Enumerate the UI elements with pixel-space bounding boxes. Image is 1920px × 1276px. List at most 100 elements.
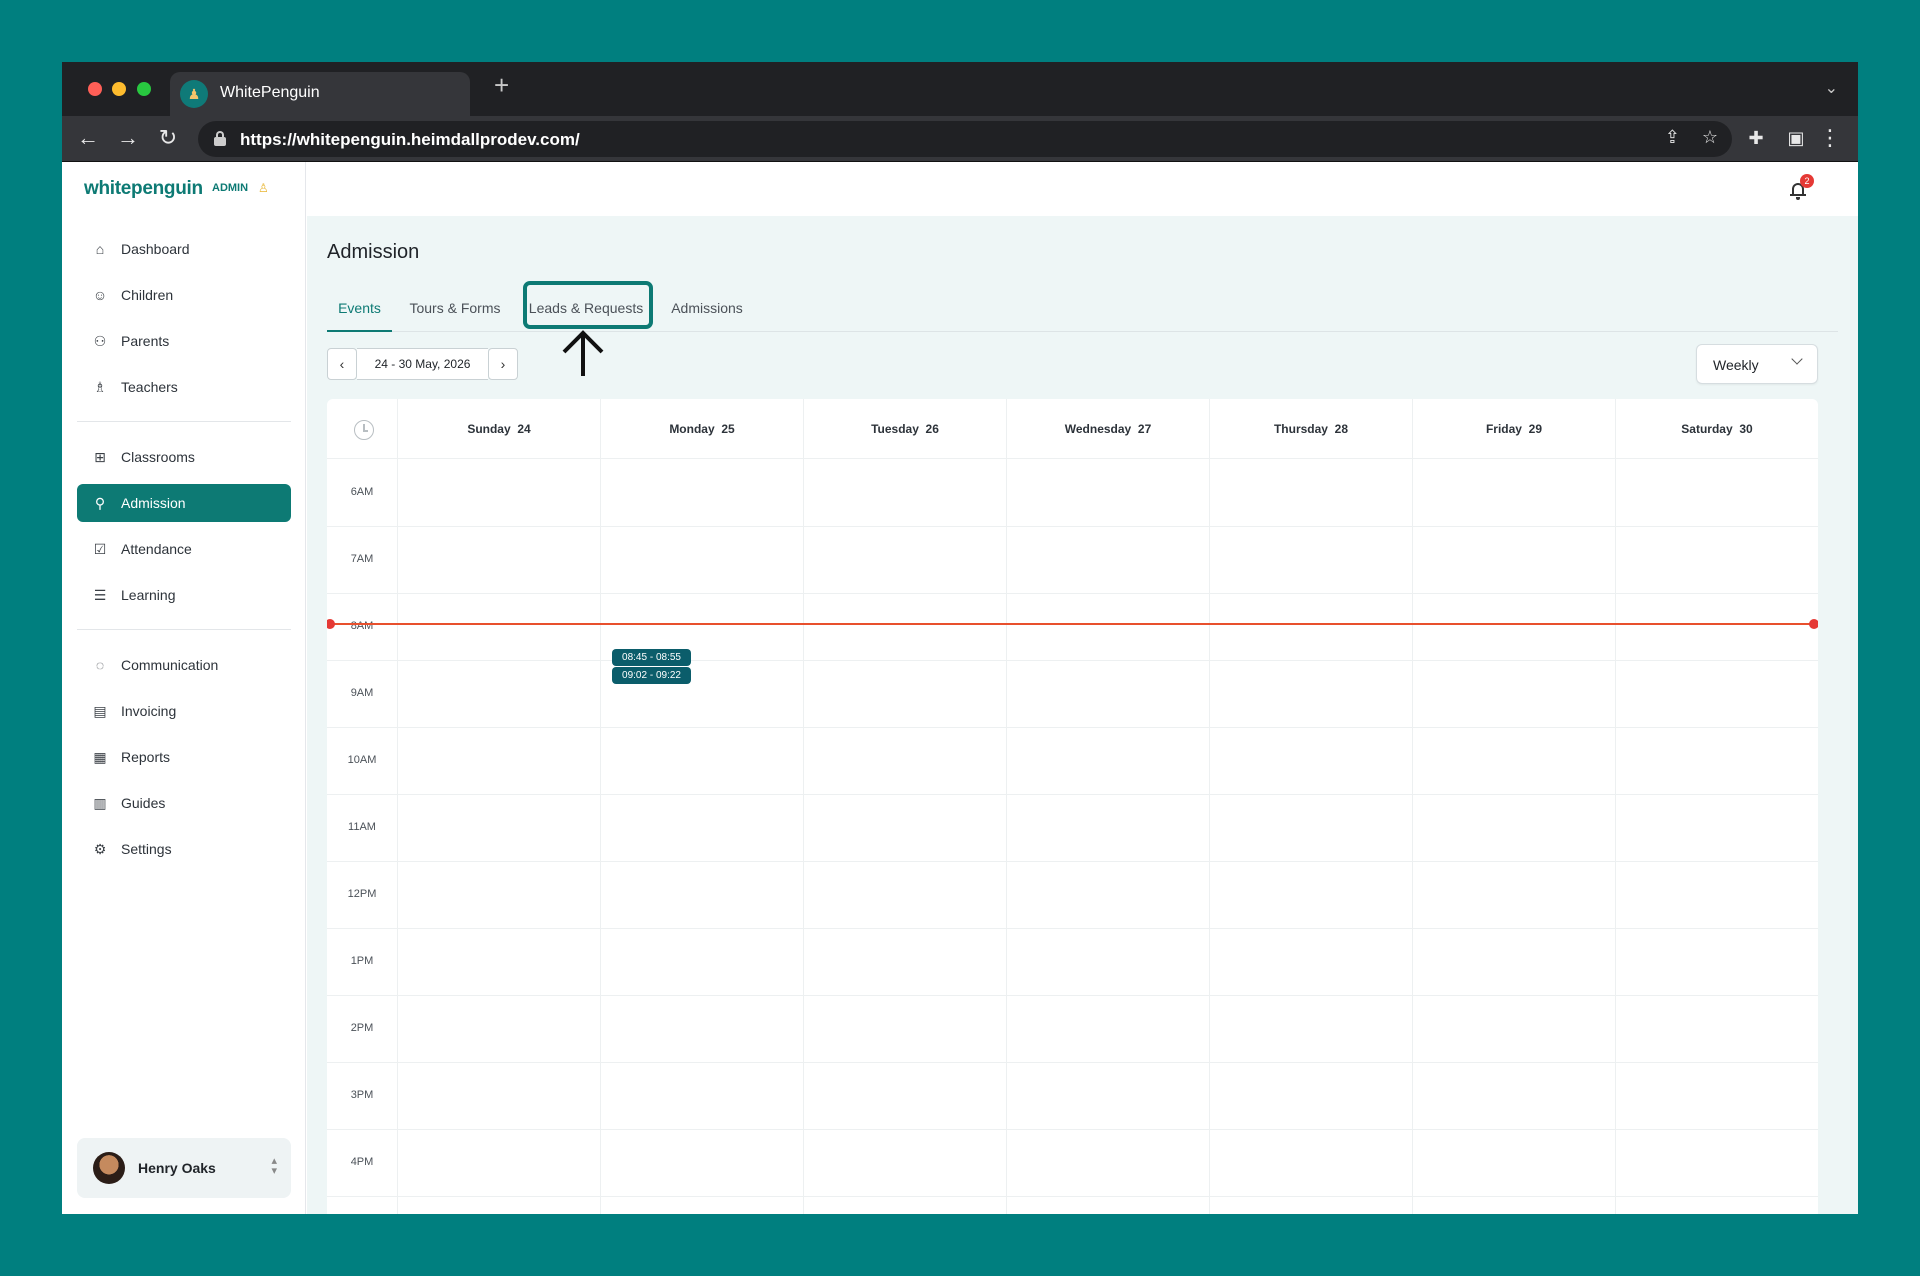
sidebar-item-label: Learning (121, 587, 176, 603)
tab-highlight-box (523, 281, 653, 329)
user-menu[interactable]: Henry Oaks ▴ ▾ (77, 1138, 291, 1198)
view-mode-select[interactable]: Weekly (1696, 344, 1818, 384)
top-bar: 2 (307, 162, 1858, 216)
calendar-event[interactable]: 08:45 - 08:55 (612, 649, 691, 666)
brand-logo[interactable]: whitepenguin (84, 178, 203, 200)
brand-role-label: ADMIN (212, 182, 249, 194)
sidebar-item-dashboard[interactable]: ⌂ Dashboard (77, 230, 291, 268)
grid-hour-line (327, 995, 1818, 996)
sidebar-item-label: Communication (121, 657, 219, 673)
sidebar-item-label: Reports (121, 749, 171, 765)
user-add-icon: ⚲ (94, 494, 106, 511)
sidebar-item-classrooms[interactable]: ⊞ Classrooms (77, 438, 291, 476)
minimize-window-button[interactable] (112, 82, 126, 96)
page-title: Admission (327, 241, 420, 263)
sidebar-item-children[interactable]: ☺ Children (77, 276, 291, 314)
grid-column-line (397, 459, 398, 1214)
chevron-up-down-icon: ▴ ▾ (271, 1155, 277, 1177)
calendar-event[interactable]: 09:02 - 09:22 (612, 667, 691, 684)
day-header-saturday: Saturday 30 (1615, 399, 1818, 459)
child-icon: ☺ (92, 287, 108, 303)
browser-window: ♟ WhitePenguin + ⌄ ← → ↻ https://whitepe… (62, 62, 1858, 1214)
hour-label: 11AM (348, 821, 376, 833)
new-tab-button[interactable]: + (494, 72, 509, 98)
address-bar[interactable]: https://whitepenguin.heimdallprodev.com/… (198, 121, 1732, 157)
chat-icon: ◌ (95, 657, 105, 673)
calendar-grid: 6AM 7AM 8AM 9AM 10AM 11AM 12PM 1PM 2PM 3… (327, 459, 1818, 1214)
sidebar-divider (77, 629, 291, 630)
sidebar-item-reports[interactable]: ▦ Reports (77, 738, 291, 776)
hour-label: 9AM (350, 687, 374, 699)
grid-hour-line (327, 660, 1818, 661)
clock-icon (354, 420, 374, 440)
hour-label: 3PM (350, 1089, 374, 1101)
sidebar-item-attendance[interactable]: ☑ Attendance (77, 530, 291, 568)
guide-icon: ▥ (93, 794, 107, 811)
lock-icon (214, 131, 226, 146)
view-mode-value: Weekly (1713, 357, 1759, 373)
chevron-down-icon (1791, 353, 1803, 365)
app-root: whitepenguin ADMIN ♙ ⌂ Dashboard ☺ Child… (62, 162, 1858, 1214)
extensions-puzzle-icon[interactable]: ✚ (1742, 124, 1770, 152)
day-header-tuesday: Tuesday 26 (803, 399, 1006, 459)
share-icon[interactable]: ⇪ (1665, 127, 1680, 148)
sidebar-item-label: Children (121, 287, 174, 303)
grid-column-line (600, 459, 601, 1214)
tab-tours-forms[interactable]: Tours & Forms (406, 292, 504, 332)
grid-column-line (1615, 459, 1616, 1214)
grid-hour-line (327, 794, 1818, 795)
check-square-icon: ☑ (93, 540, 107, 557)
maximize-window-button[interactable] (137, 82, 151, 96)
parents-icon: ⚇ (93, 332, 107, 349)
teacher-icon: ♗ (93, 378, 107, 395)
grid-column-line (803, 459, 804, 1214)
previous-week-button[interactable]: ‹ (327, 348, 357, 380)
hour-label: 12PM (347, 888, 377, 900)
sidebar-item-label: Parents (121, 333, 170, 349)
hour-label: 4PM (350, 1156, 374, 1168)
week-calendar: Sunday 24 Monday 25 Tuesday 26 Wednesday… (327, 399, 1818, 1214)
grid-column-line (1006, 459, 1007, 1214)
grid-hour-line (327, 526, 1818, 527)
grid-hour-line (327, 727, 1818, 728)
url-text[interactable]: https://whitepenguin.heimdallprodev.com/ (240, 130, 580, 150)
tab-list-chevron-icon[interactable]: ⌄ (1825, 78, 1838, 98)
browser-menu-icon[interactable]: ⋮ (1816, 124, 1844, 152)
grid-hour-line (327, 1129, 1818, 1130)
sidebar-item-label: Admission (121, 495, 186, 511)
sidebar-item-admission[interactable]: ⚲ Admission (77, 484, 291, 522)
sidebar-item-communication[interactable]: ◌ Communication (77, 646, 291, 684)
avatar (93, 1152, 125, 1184)
hour-label: 6AM (350, 486, 374, 498)
sidebar-item-learning[interactable]: ☰ Learning (77, 576, 291, 614)
tab-admissions[interactable]: Admissions (667, 292, 747, 332)
tab-events[interactable]: Events (327, 292, 392, 332)
grid-hour-line (327, 593, 1818, 594)
next-week-button[interactable]: › (488, 348, 518, 380)
sidebar-item-teachers[interactable]: ♗ Teachers (77, 368, 291, 406)
day-header-thursday: Thursday 28 (1209, 399, 1412, 459)
chart-icon: ▦ (93, 748, 107, 765)
sidebar-item-label: Classrooms (121, 449, 195, 465)
sidebar-item-label: Attendance (121, 541, 192, 557)
hour-label: 1PM (350, 955, 374, 967)
sidebar-item-guides[interactable]: ▥ Guides (77, 784, 291, 822)
browser-tab[interactable]: ♟ WhitePenguin (170, 72, 470, 116)
forward-arrow-icon[interactable]: → (114, 124, 142, 152)
date-range-navigator: ‹ 24 - 30 May, 2026 › (327, 348, 518, 380)
reload-icon[interactable]: ↻ (154, 124, 182, 152)
close-window-button[interactable] (88, 82, 102, 96)
grid-hour-line (327, 1196, 1818, 1197)
sidebar-item-label: Settings (121, 841, 172, 857)
notification-count-badge: 2 (1800, 174, 1814, 188)
calendar-header: Sunday 24 Monday 25 Tuesday 26 Wednesday… (327, 399, 1818, 459)
hour-label: 10AM (347, 754, 377, 766)
sidebar-item-settings[interactable]: ⚙ Settings (77, 830, 291, 868)
invoice-icon: ▤ (93, 702, 107, 719)
side-panel-icon[interactable]: ▣ (1782, 124, 1810, 152)
back-arrow-icon[interactable]: ← (74, 124, 102, 152)
bookmark-star-icon[interactable]: ☆ (1702, 127, 1718, 148)
sidebar-item-parents[interactable]: ⚇ Parents (77, 322, 291, 360)
sidebar-item-invoicing[interactable]: ▤ Invoicing (77, 692, 291, 730)
main-content: 2 Admission Events Tours & Forms Leads &… (307, 162, 1858, 1214)
